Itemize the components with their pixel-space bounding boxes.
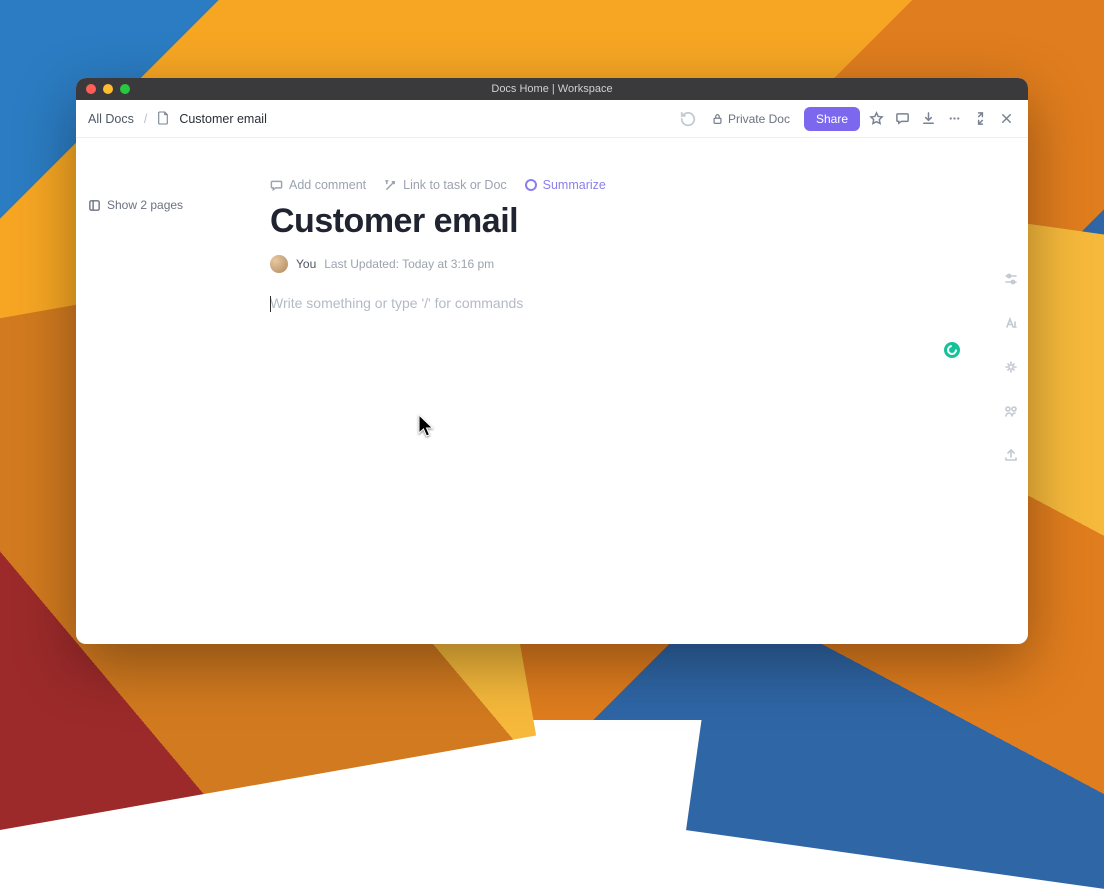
relationships-icon[interactable] <box>1000 400 1022 422</box>
doc-meta: You Last Updated: Today at 3:16 pm <box>270 255 926 273</box>
close-icon[interactable] <box>996 109 1016 129</box>
ai-icon <box>525 179 537 191</box>
editor-input[interactable]: Write something or type '/' for commands <box>270 295 926 313</box>
avatar[interactable] <box>270 255 288 273</box>
breadcrumb-separator: / <box>144 112 147 126</box>
left-sidebar: Show 2 pages <box>76 138 266 644</box>
breadcrumb-root[interactable]: All Docs <box>88 112 134 126</box>
last-updated: Last Updated: Today at 3:16 pm <box>324 257 494 271</box>
breadcrumb-current[interactable]: Customer email <box>179 112 267 126</box>
doc-content: Add comment Link to task or Doc Summariz… <box>266 138 986 644</box>
privacy-toggle[interactable]: Private Doc <box>704 108 798 130</box>
ai-sparkle-icon[interactable] <box>1000 356 1022 378</box>
pages-icon <box>88 199 101 212</box>
show-pages-toggle[interactable]: Show 2 pages <box>88 198 183 212</box>
typography-icon[interactable] <box>1000 312 1022 334</box>
grammarly-badge[interactable] <box>944 342 960 358</box>
doc-body: Show 2 pages Add comment Link to task or… <box>76 138 1028 644</box>
show-pages-label: Show 2 pages <box>107 198 183 212</box>
author-name[interactable]: You <box>296 257 316 271</box>
page-title[interactable]: Customer email <box>270 202 926 241</box>
editor-placeholder: Write something or type '/' for commands <box>270 295 523 311</box>
share-button[interactable]: Share <box>804 107 860 131</box>
export-icon[interactable] <box>1000 444 1022 466</box>
wand-icon <box>384 179 397 192</box>
collapse-icon[interactable] <box>970 109 990 129</box>
summarize-label: Summarize <box>543 178 606 192</box>
history-icon[interactable] <box>678 109 698 129</box>
comment-bubble-icon <box>270 179 283 192</box>
add-comment-button[interactable]: Add comment <box>270 178 366 192</box>
doc-icon <box>157 111 173 126</box>
settings-sliders-icon[interactable] <box>1000 268 1022 290</box>
app-window: Docs Home | Workspace All Docs / Custome… <box>76 78 1028 644</box>
add-comment-label: Add comment <box>289 178 366 192</box>
more-icon[interactable] <box>944 109 964 129</box>
link-task-label: Link to task or Doc <box>403 178 507 192</box>
privacy-label: Private Doc <box>728 112 790 126</box>
text-caret <box>270 296 271 312</box>
summarize-button[interactable]: Summarize <box>525 178 606 192</box>
right-rail <box>1000 268 1022 466</box>
window-title: Docs Home | Workspace <box>76 83 1028 95</box>
toolbar: All Docs / Customer email Private Doc Sh… <box>76 100 1028 138</box>
download-icon[interactable] <box>918 109 938 129</box>
window-titlebar[interactable]: Docs Home | Workspace <box>76 78 1028 100</box>
favorite-icon[interactable] <box>866 109 886 129</box>
lock-icon <box>712 113 723 125</box>
link-task-button[interactable]: Link to task or Doc <box>384 178 507 192</box>
doc-action-row: Add comment Link to task or Doc Summariz… <box>270 178 926 192</box>
comment-icon[interactable] <box>892 109 912 129</box>
